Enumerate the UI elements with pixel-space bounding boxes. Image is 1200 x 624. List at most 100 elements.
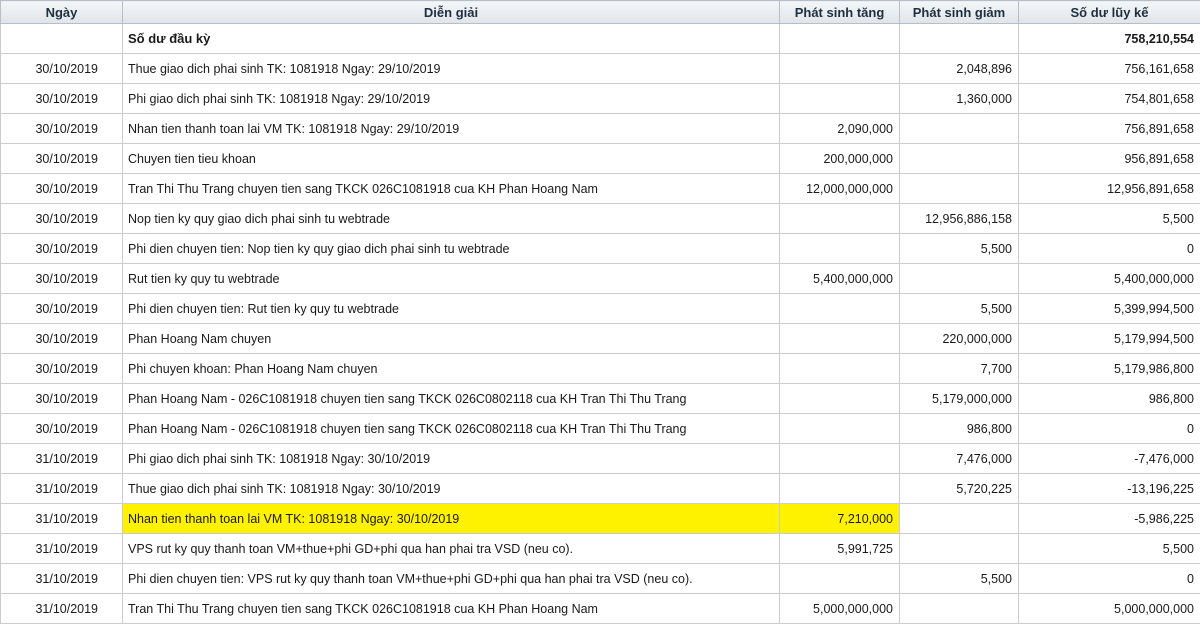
description-cell: Nhan tien thanh toan lai VM TK: 1081918 … xyxy=(123,114,780,144)
increase-cell xyxy=(780,354,900,384)
balance-cell: 0 xyxy=(1019,564,1200,594)
balance-cell: 0 xyxy=(1019,414,1200,444)
decrease-cell: 986,800 xyxy=(900,414,1019,444)
description-cell: Phan Hoang Nam chuyen xyxy=(123,324,780,354)
date-cell: 31/10/2019 xyxy=(1,564,123,594)
balance-cell: 5,400,000,000 xyxy=(1019,264,1200,294)
decrease-cell: 1,360,000 xyxy=(900,84,1019,114)
balance-cell: 5,179,994,500 xyxy=(1019,324,1200,354)
date-cell: 30/10/2019 xyxy=(1,384,123,414)
balance-cell: 756,161,658 xyxy=(1019,54,1200,84)
table-row[interactable]: 31/10/2019Thue giao dich phai sinh TK: 1… xyxy=(1,474,1200,504)
increase-cell: 5,991,725 xyxy=(780,534,900,564)
table-row[interactable]: 30/10/2019Phan Hoang Nam - 026C1081918 c… xyxy=(1,414,1200,444)
balance-cell: 956,891,658 xyxy=(1019,144,1200,174)
increase-cell: 7,210,000 xyxy=(780,504,900,534)
decrease-cell: 5,179,000,000 xyxy=(900,384,1019,414)
increase-cell xyxy=(780,444,900,474)
description-cell: Rut tien ky quy tu webtrade xyxy=(123,264,780,294)
table-row[interactable]: 30/10/2019Phi dien chuyen tien: Nop tien… xyxy=(1,234,1200,264)
decrease-cell xyxy=(900,594,1019,624)
increase-cell xyxy=(780,324,900,354)
date-cell: 31/10/2019 xyxy=(1,594,123,624)
description-cell: Phi dien chuyen tien: Rut tien ky quy tu… xyxy=(123,294,780,324)
description-cell: Phi giao dich phai sinh TK: 1081918 Ngay… xyxy=(123,84,780,114)
increase-cell xyxy=(780,474,900,504)
balance-cell: 5,500 xyxy=(1019,204,1200,234)
table-row[interactable]: 30/10/2019Phi dien chuyen tien: Rut tien… xyxy=(1,294,1200,324)
description-cell: Phi chuyen khoan: Phan Hoang Nam chuyen xyxy=(123,354,780,384)
table-row[interactable]: 30/10/2019Nop tien ky quy giao dich phai… xyxy=(1,204,1200,234)
balance-cell: 5,000,000,000 xyxy=(1019,594,1200,624)
description-cell: Phi giao dich phai sinh TK: 1081918 Ngay… xyxy=(123,444,780,474)
column-header-balance[interactable]: Số dư lũy kế xyxy=(1019,1,1200,24)
table-row[interactable]: 31/10/2019VPS rut ky quy thanh toan VM+t… xyxy=(1,534,1200,564)
balance-cell: 5,500 xyxy=(1019,534,1200,564)
balance-cell: -5,986,225 xyxy=(1019,504,1200,534)
balance-cell: -13,196,225 xyxy=(1019,474,1200,504)
column-header-date[interactable]: Ngày xyxy=(1,1,123,24)
table-row[interactable]: 31/10/2019Phi dien chuyen tien: VPS rut … xyxy=(1,564,1200,594)
balance-cell: 0 xyxy=(1019,234,1200,264)
description-cell: Phi dien chuyen tien: VPS rut ky quy tha… xyxy=(123,564,780,594)
date-cell: 30/10/2019 xyxy=(1,144,123,174)
table-row[interactable]: 30/10/2019Phi chuyen khoan: Phan Hoang N… xyxy=(1,354,1200,384)
date-cell: 30/10/2019 xyxy=(1,414,123,444)
date-cell: 30/10/2019 xyxy=(1,234,123,264)
opening-balance-label: Số dư đầu kỳ xyxy=(123,24,780,54)
decrease-cell: 5,500 xyxy=(900,234,1019,264)
decrease-cell: 7,700 xyxy=(900,354,1019,384)
date-cell: 30/10/2019 xyxy=(1,294,123,324)
table-row[interactable]: 31/10/2019Tran Thi Thu Trang chuyen tien… xyxy=(1,594,1200,624)
table-row[interactable]: 30/10/2019Phan Hoang Nam - 026C1081918 c… xyxy=(1,384,1200,414)
decrease-cell: 12,956,886,158 xyxy=(900,204,1019,234)
description-cell: Nhan tien thanh toan lai VM TK: 1081918 … xyxy=(123,504,780,534)
opening-decrease-cell xyxy=(900,24,1019,54)
date-cell: 30/10/2019 xyxy=(1,354,123,384)
table-row[interactable]: 31/10/2019Nhan tien thanh toan lai VM TK… xyxy=(1,504,1200,534)
table-row[interactable]: 30/10/2019Rut tien ky quy tu webtrade5,4… xyxy=(1,264,1200,294)
column-header-decrease[interactable]: Phát sinh giảm xyxy=(900,1,1019,24)
date-cell: 30/10/2019 xyxy=(1,114,123,144)
balance-cell: 754,801,658 xyxy=(1019,84,1200,114)
table-row[interactable]: 30/10/2019Tran Thi Thu Trang chuyen tien… xyxy=(1,174,1200,204)
opening-balance-row: Số dư đầu kỳ 758,210,554 xyxy=(1,24,1200,54)
table-row[interactable]: 30/10/2019Chuyen tien tieu khoan200,000,… xyxy=(1,144,1200,174)
opening-increase-cell xyxy=(780,24,900,54)
decrease-cell xyxy=(900,174,1019,204)
column-header-description[interactable]: Diễn giải xyxy=(123,1,780,24)
increase-cell xyxy=(780,84,900,114)
description-cell: Phan Hoang Nam - 026C1081918 chuyen tien… xyxy=(123,384,780,414)
table-row[interactable]: 30/10/2019Thue giao dich phai sinh TK: 1… xyxy=(1,54,1200,84)
description-cell: Phi dien chuyen tien: Nop tien ky quy gi… xyxy=(123,234,780,264)
increase-cell xyxy=(780,54,900,84)
description-cell: Nop tien ky quy giao dich phai sinh tu w… xyxy=(123,204,780,234)
date-cell: 30/10/2019 xyxy=(1,204,123,234)
increase-cell: 5,000,000,000 xyxy=(780,594,900,624)
description-cell: VPS rut ky quy thanh toan VM+thue+phi GD… xyxy=(123,534,780,564)
balance-cell: 5,179,986,800 xyxy=(1019,354,1200,384)
increase-cell: 5,400,000,000 xyxy=(780,264,900,294)
decrease-cell: 220,000,000 xyxy=(900,324,1019,354)
decrease-cell xyxy=(900,534,1019,564)
header-row: Ngày Diễn giải Phát sinh tăng Phát sinh … xyxy=(1,1,1200,24)
increase-cell xyxy=(780,414,900,444)
date-cell: 30/10/2019 xyxy=(1,84,123,114)
balance-cell: -7,476,000 xyxy=(1019,444,1200,474)
balance-cell: 756,891,658 xyxy=(1019,114,1200,144)
date-cell: 31/10/2019 xyxy=(1,504,123,534)
date-cell: 30/10/2019 xyxy=(1,324,123,354)
opening-balance-value: 758,210,554 xyxy=(1019,24,1200,54)
table-row[interactable]: 31/10/2019Phi giao dich phai sinh TK: 10… xyxy=(1,444,1200,474)
description-cell: Thue giao dich phai sinh TK: 1081918 Nga… xyxy=(123,474,780,504)
table-row[interactable]: 30/10/2019Phan Hoang Nam chuyen 220,000,0… xyxy=(1,324,1200,354)
decrease-cell: 5,500 xyxy=(900,564,1019,594)
table-row[interactable]: 30/10/2019Nhan tien thanh toan lai VM TK… xyxy=(1,114,1200,144)
increase-cell xyxy=(780,294,900,324)
description-cell: Phan Hoang Nam - 026C1081918 chuyen tien… xyxy=(123,414,780,444)
decrease-cell xyxy=(900,114,1019,144)
description-cell: Thue giao dich phai sinh TK: 1081918 Nga… xyxy=(123,54,780,84)
column-header-increase[interactable]: Phát sinh tăng xyxy=(780,1,900,24)
date-cell: 30/10/2019 xyxy=(1,264,123,294)
table-row[interactable]: 30/10/2019Phi giao dich phai sinh TK: 10… xyxy=(1,84,1200,114)
